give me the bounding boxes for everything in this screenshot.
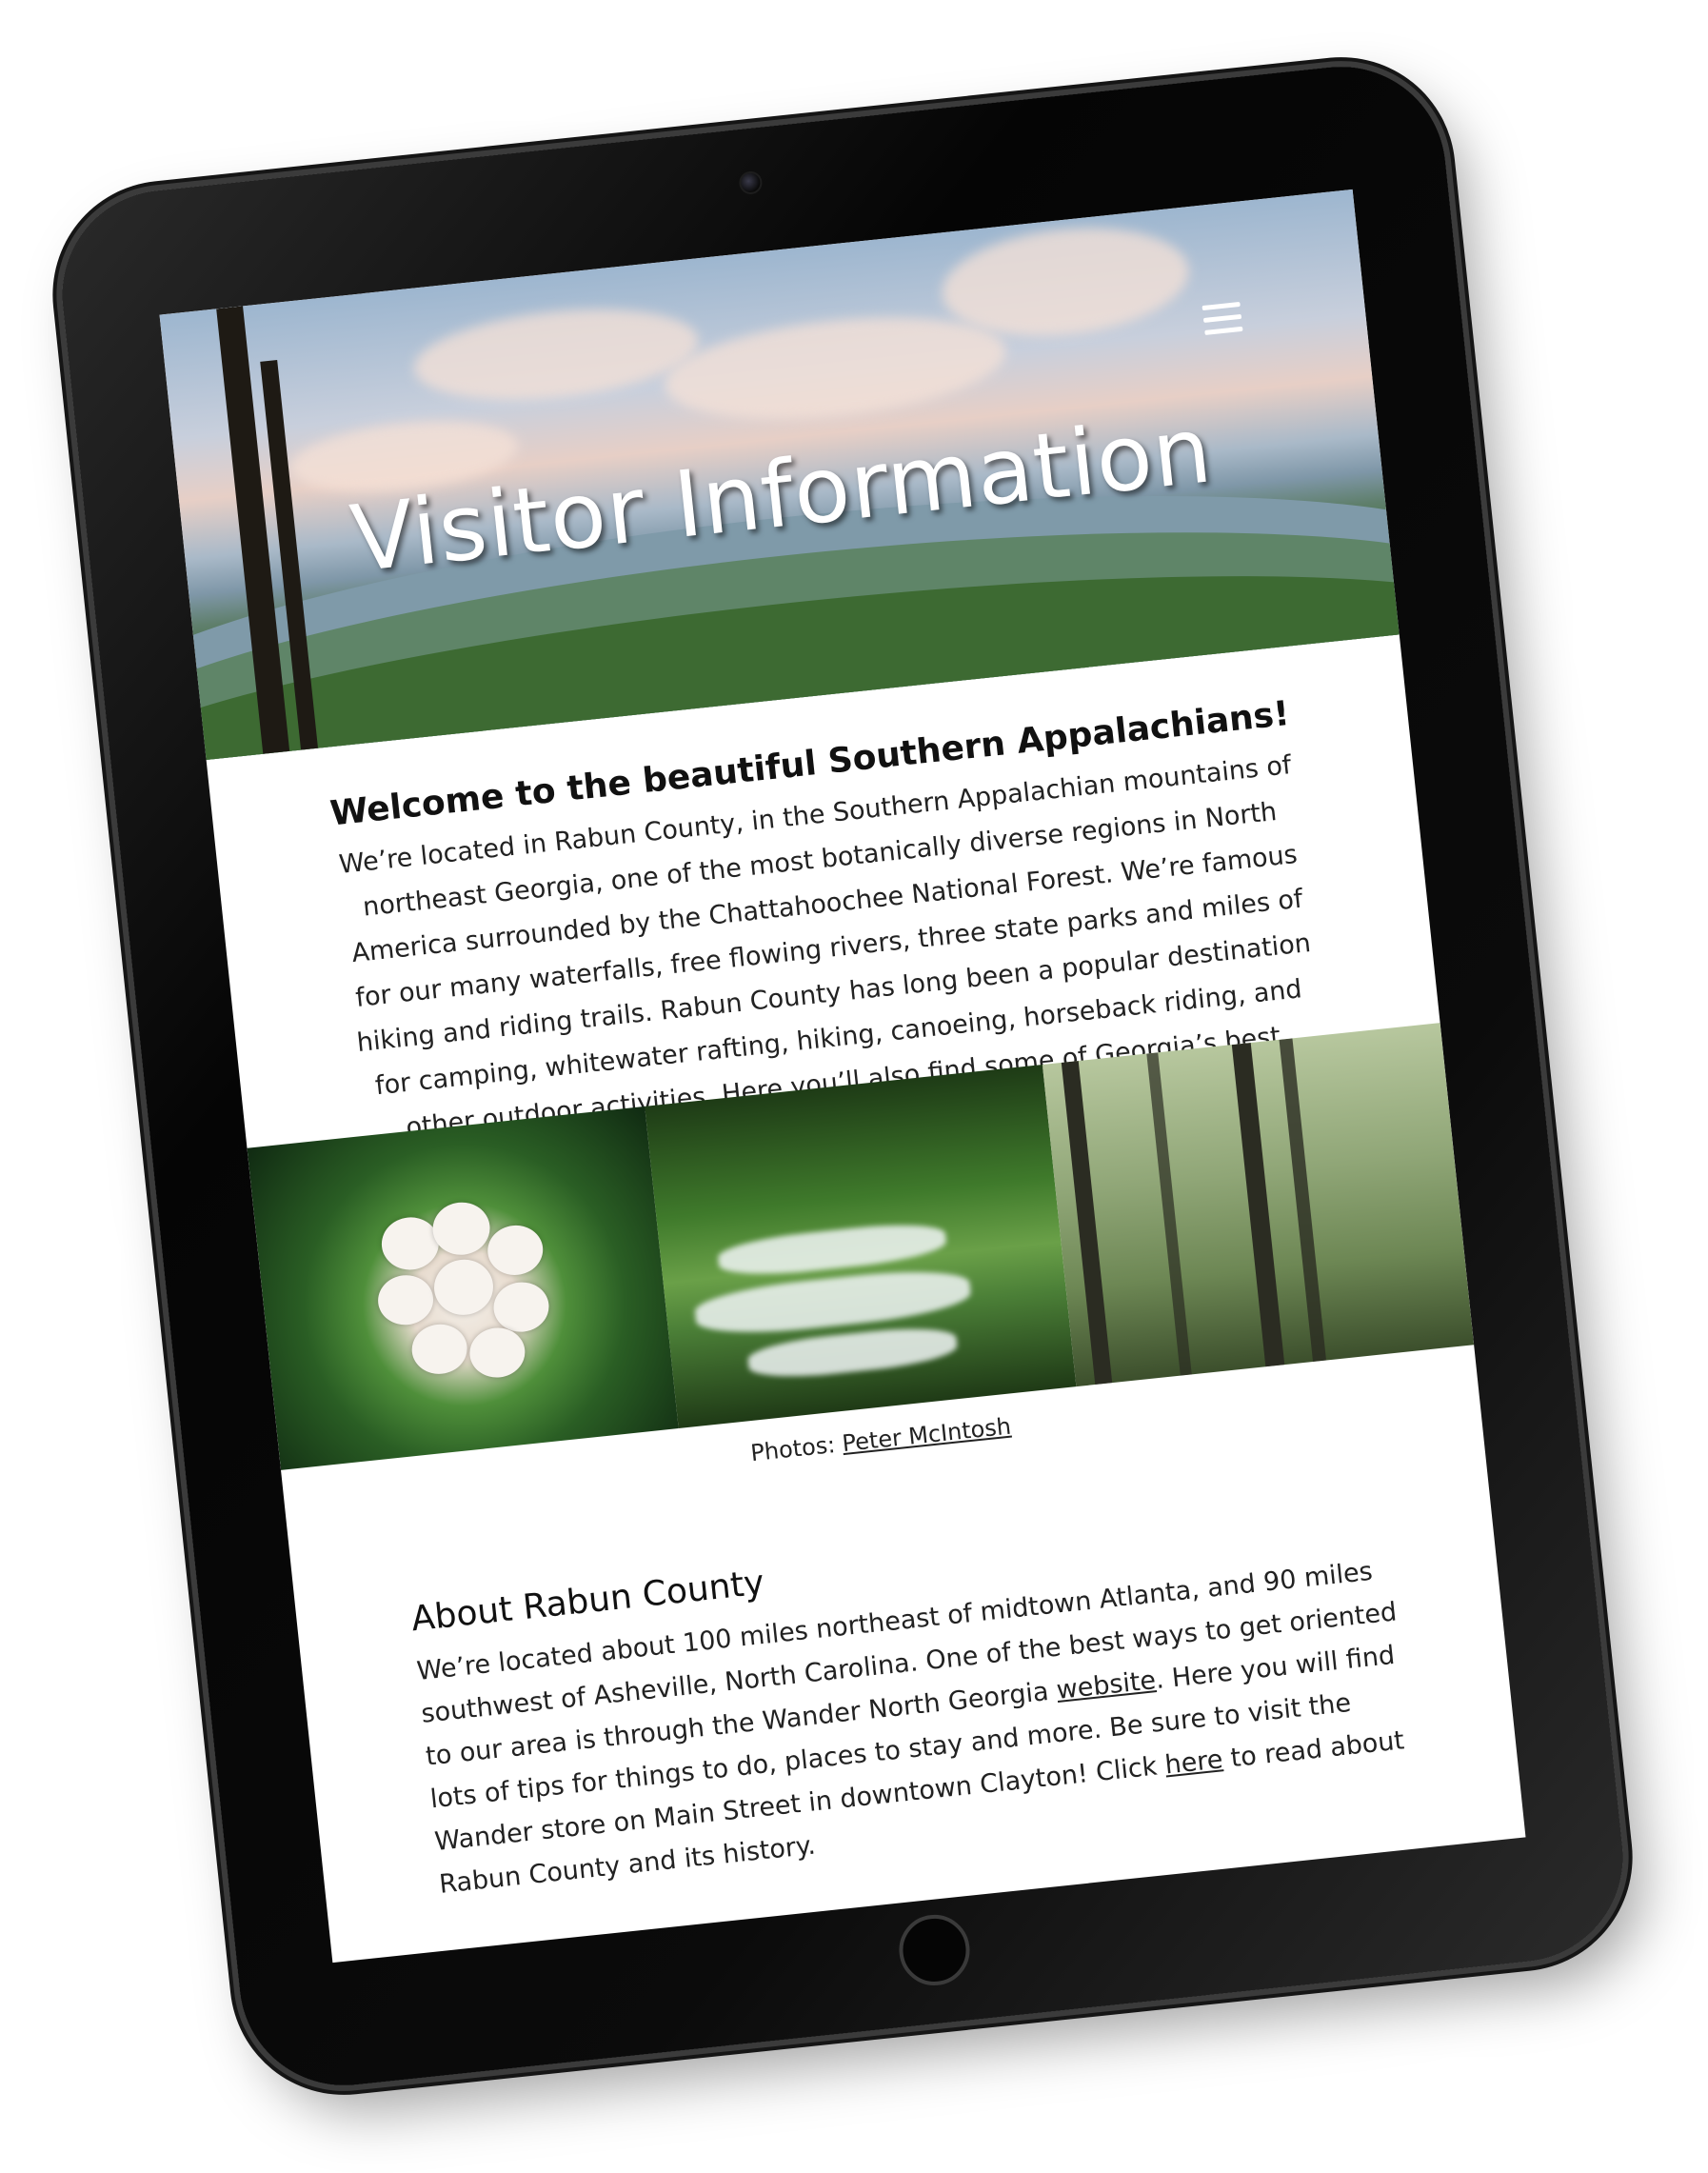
flower-petal: [379, 1214, 442, 1273]
waterfall-stream: [745, 1323, 959, 1383]
forest-trunk: [1231, 1042, 1285, 1367]
cloud: [660, 303, 1011, 434]
tablet-screen: Visitor Information Welcome to the beaut…: [159, 189, 1526, 1964]
history-link[interactable]: here: [1163, 1744, 1224, 1780]
menu-bar: [1204, 326, 1243, 335]
flower-petal: [431, 1256, 496, 1318]
cloud: [409, 296, 704, 412]
rhododendron-photo: [247, 1106, 679, 1470]
flower-petal: [429, 1199, 493, 1258]
waterfall-photo: [645, 1064, 1077, 1429]
stage: Visitor Information Welcome to the beaut…: [0, 0, 1708, 2173]
waterfall-stream: [716, 1218, 948, 1281]
forest-trunk: [1279, 1038, 1326, 1362]
ipad-device: Visitor Information Welcome to the beaut…: [51, 56, 1634, 2096]
about-section: About Rabun County We’re located about 1…: [409, 1497, 1426, 1906]
menu-bar: [1202, 301, 1241, 311]
flower-petal: [375, 1272, 436, 1328]
website-link[interactable]: website: [1055, 1665, 1157, 1705]
hamburger-menu-icon[interactable]: [1202, 301, 1243, 338]
flower-petal: [485, 1223, 546, 1278]
photo-credit-prefix: Photos:: [749, 1430, 844, 1467]
flower-petal: [467, 1325, 527, 1381]
flower-petal: [490, 1279, 552, 1335]
photographer-link[interactable]: Peter McIntosh: [841, 1413, 1012, 1457]
menu-bar: [1202, 313, 1242, 324]
misty-forest-photo: [1042, 1023, 1475, 1387]
forest-trunk: [1146, 1052, 1192, 1376]
flower-petal: [409, 1321, 470, 1377]
